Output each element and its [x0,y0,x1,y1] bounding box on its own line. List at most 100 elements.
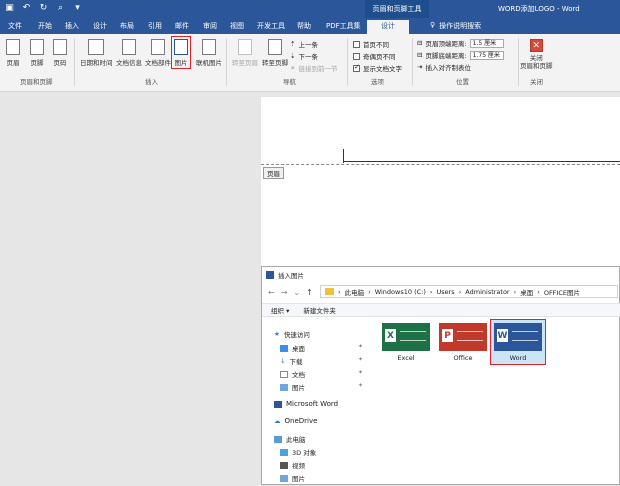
close-icon: ✕ [529,39,543,52]
organize-button[interactable]: 组织 ▾ [271,305,289,315]
header-top-distance: ⊟ 页眉顶端距离: 1.5 厘米 [417,38,504,48]
tab-help[interactable]: 帮助 [297,20,311,33]
recent-chevron-icon[interactable]: ⌄ [293,288,300,297]
link-previous-button[interactable]: ⚭ 链接到前一节 [290,63,337,73]
tab-references[interactable]: 引用 [148,20,162,33]
first-page-checkbox[interactable]: 首页不同 [353,39,389,49]
group-label-position: 位置 [456,78,469,86]
pictures-icon [280,383,288,391]
tab-design[interactable]: 设计 [93,20,107,33]
quickparts-icon [151,39,165,55]
next-section-button[interactable]: ⇣ 下一条 [290,51,318,61]
footer-button[interactable]: 页脚 [30,39,44,67]
word-icon [274,400,282,408]
datetime-button[interactable]: 日期和时间 [80,39,113,67]
desktop-icon [280,344,288,352]
lightbulb-icon: ♀ [430,21,436,29]
tab-review[interactable]: 审阅 [203,20,217,33]
footer-bottom-spinner[interactable]: 1.75 厘米 [469,50,504,60]
link-icon: ⚭ [290,64,296,72]
forward-arrow-icon[interactable]: → [281,288,288,297]
up-arrow-icon[interactable]: ↑ [306,288,313,297]
nav-item-pictures[interactable]: 图片 [280,382,305,392]
nav-item-desktop[interactable]: 桌面 [280,343,305,353]
breadcrumb-item[interactable]: Users [436,288,454,296]
nav-item-videos[interactable]: 视频 [280,460,305,470]
tab-layout[interactable]: 布局 [120,20,134,33]
goto-header-icon [238,39,252,55]
prev-section-button[interactable]: ⇡ 上一条 [290,39,318,49]
calendar-icon [88,39,105,55]
tab-home[interactable]: 开始 [38,20,52,33]
tab-hf-design[interactable]: 设计 [367,20,409,34]
header-button[interactable]: 页眉 [6,39,20,67]
breadcrumb-item[interactable]: OFFICE图片 [544,287,580,297]
address-row: ← → ⌄ ↑ › 此电脑 › Windows10 (C:) › Users ›… [262,284,620,300]
pin-icon: ✦ [358,343,364,350]
excel-logo-icon: X [385,329,396,342]
breadcrumb-item[interactable]: 此电脑 [345,287,365,297]
picture-button[interactable]: 图片 [171,36,191,69]
office-thumbnail: P [439,323,487,351]
quickparts-button[interactable]: 文档部件 [145,39,171,67]
tab-mailings[interactable]: 邮件 [175,20,189,33]
new-folder-button[interactable]: 新建文件夹 [303,305,336,315]
redo-icon[interactable]: ↻ [38,2,49,14]
tab-developer[interactable]: 开发工具 [257,20,285,33]
document-page[interactable]: 页眉 [261,97,620,267]
print-preview-icon[interactable]: ⌕ [55,2,66,14]
excel-thumbnail: X [382,323,430,351]
nav-quick-access[interactable]: ★ 快速访问 [274,329,310,339]
goto-header-button[interactable]: 转至页眉 [232,39,258,67]
file-item-excel[interactable]: X Excel [378,323,434,362]
computer-icon [274,435,282,443]
save-icon[interactable]: ▣ [4,2,15,14]
file-list: X Excel P Office W Word [374,319,614,373]
address-bar[interactable]: › 此电脑 › Windows10 (C:) › Users › Adminis… [320,285,618,298]
tab-insert[interactable]: 插入 [65,20,79,33]
close-header-footer-button[interactable]: ✕ 关闭 页眉和页脚 [520,39,553,70]
powerpoint-logo-icon: P [442,329,453,342]
folder-icon [325,288,334,295]
back-arrow-icon[interactable]: ← [268,288,275,297]
breadcrumb-item[interactable]: Windows10 (C:) [375,288,426,296]
breadcrumb-item[interactable]: Administrator [465,288,509,296]
star-icon: ★ [274,330,280,338]
online-picture-icon [202,39,216,55]
qat-customize-icon[interactable]: ▾ [72,2,83,14]
ribbon: 页眉 页脚 页码 页眉和页脚 日期和时间 文档信息 文档部件 图片 联机图片 插… [0,34,620,92]
undo-icon[interactable]: ↶ [21,2,32,14]
nav-microsoft-word[interactable]: Microsoft Word [274,400,338,408]
tab-view[interactable]: 视图 [230,20,244,33]
footer-distance-icon: ⊟ [417,51,423,59]
align-tab-button[interactable]: ⇥ 插入对齐制表位 [417,62,471,72]
pin-icon: ✦ [358,356,364,363]
show-doc-text-checkbox[interactable]: 显示文档文字 [353,63,402,73]
nav-onedrive[interactable]: ☁ OneDrive [274,417,317,425]
nav-item-3d-objects[interactable]: 3D 对象 [280,447,316,457]
next-icon: ⇣ [290,52,296,60]
breadcrumb-item[interactable]: 桌面 [520,287,533,297]
online-picture-button[interactable]: 联机图片 [196,39,222,67]
nav-item-pc-pictures[interactable]: 图片 [280,473,305,483]
goto-footer-button[interactable]: 转至页脚 [262,39,288,67]
group-label-options: 选项 [371,78,384,86]
window-title: WORD添加LOGO - Word [498,5,580,13]
file-item-word[interactable]: W Word [490,319,546,365]
page-number-button[interactable]: 页码 [53,39,67,67]
docinfo-button[interactable]: 文档信息 [116,39,142,67]
odd-even-checkbox[interactable]: 奇偶页不同 [353,51,396,61]
nav-arrows: ← → ⌄ ↑ [262,288,318,297]
tab-pdf[interactable]: PDF工具集 [326,20,361,33]
tab-file[interactable]: 文件 [8,20,22,33]
nav-item-downloads[interactable]: ↓ 下载 [280,356,302,366]
tell-me-search[interactable]: ♀ 操作说明搜索 [430,21,481,31]
nav-this-pc[interactable]: 此电脑 [274,434,306,444]
align-tab-icon: ⇥ [417,63,423,71]
download-icon: ↓ [280,357,286,365]
group-separator [347,38,348,86]
header-top-spinner[interactable]: 1.5 厘米 [469,38,504,48]
nav-item-documents[interactable]: 文档 [280,369,305,379]
pin-icon: ✦ [358,369,364,376]
file-item-office[interactable]: P Office [435,323,491,362]
